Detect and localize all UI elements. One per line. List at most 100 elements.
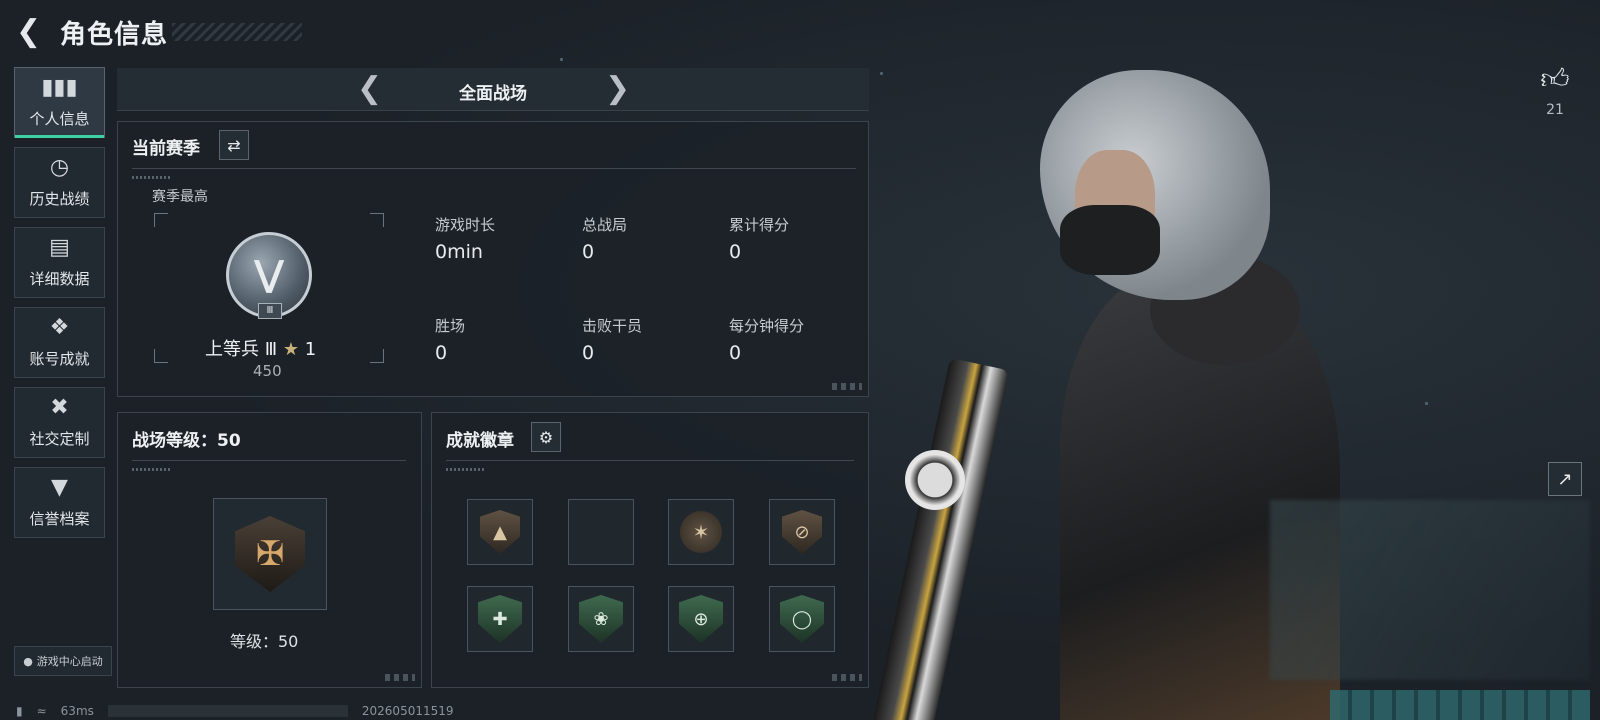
divider	[132, 460, 406, 461]
status-bar: ▮ ≈ 63ms 202605011519	[16, 704, 454, 718]
top-bar: ❮ 角色信息	[16, 14, 303, 50]
sidebar-item-credit[interactable]: ▼ 信誉档案	[14, 467, 105, 538]
stat-value: 0min	[435, 241, 483, 263]
wifi-icon: ≈	[36, 704, 47, 718]
level-label: 等级：50	[230, 632, 299, 651]
frame-corner	[370, 213, 384, 227]
floor-lights	[1330, 690, 1590, 720]
no-entry-badge-icon: ⊘	[782, 510, 822, 554]
switch-season-button[interactable]: ⇄	[219, 130, 249, 160]
folder-icon: ▤	[49, 235, 70, 260]
triangle-badge-icon: ▲	[480, 510, 520, 554]
page-title: 角色信息	[60, 19, 169, 50]
badge-slot[interactable]: ❀	[568, 586, 634, 652]
bg-dot	[560, 58, 563, 61]
bg-dot	[880, 72, 883, 75]
dots-decoration	[132, 176, 172, 179]
mode-title: 全面战场	[459, 84, 527, 104]
divider	[446, 460, 854, 461]
like-button[interactable]: 👍︎ 21	[1535, 62, 1575, 118]
stat-label: 胜场	[435, 317, 466, 335]
season-title: 当前赛季	[132, 139, 200, 159]
frame-corner	[370, 349, 384, 363]
stat-label: 总战局	[582, 216, 628, 234]
sidebar-item-history[interactable]: ◷ 历史战绩	[14, 147, 105, 218]
credit-icon: ▼	[51, 475, 68, 500]
sidebar-item-detailed-data[interactable]: ▤ 详细数据	[14, 227, 105, 298]
share-button[interactable]: ↗	[1548, 462, 1582, 496]
thumbs-up-icon: 👍︎	[1540, 62, 1570, 95]
tools-icon: ✖	[50, 395, 69, 420]
sidebar-item-label: 信誉档案	[29, 510, 90, 528]
back-button[interactable]: ❮	[16, 17, 42, 47]
rank-stars: 1	[304, 339, 317, 360]
bar-chart-icon: ▮▮▮	[41, 75, 78, 100]
badge-slot-empty[interactable]	[568, 499, 634, 565]
shield-badge-icon: ◯	[780, 595, 824, 643]
panel-decoration	[832, 383, 862, 390]
stat-label: 游戏时长	[435, 216, 496, 234]
wreath-badge-icon: ❀	[579, 595, 623, 643]
rifle-scope	[905, 450, 965, 510]
launch-label: 游戏中心启动	[36, 655, 103, 668]
frame-corner	[154, 349, 168, 363]
badge-slot[interactable]: ⊕	[668, 586, 734, 652]
gear-icon: ⚙	[538, 427, 554, 447]
rank-name: 上等兵 Ⅲ ★ 1	[205, 335, 316, 361]
stat-label: 击败干员	[582, 317, 643, 335]
rifle-badge-icon: ✚	[478, 595, 522, 643]
dots-decoration	[132, 468, 172, 471]
bell-icon: ●	[23, 654, 33, 668]
swap-icon: ⇄	[227, 135, 241, 155]
sidebar-item-label: 社交定制	[29, 430, 90, 448]
badge-slot[interactable]: ✚	[467, 586, 533, 652]
next-mode-button[interactable]: ❯	[605, 72, 630, 106]
title-decoration	[172, 23, 303, 41]
badge-settings-button[interactable]: ⚙	[531, 422, 561, 452]
chevron-icon: ⋁	[253, 254, 285, 295]
rifle-weapon	[871, 357, 1009, 720]
sidebar-item-social[interactable]: ✖ 社交定制	[14, 387, 105, 458]
stat-value: 0	[582, 241, 595, 263]
like-count: 21	[1546, 102, 1564, 118]
badge-slot[interactable]: ◯	[769, 586, 835, 652]
redacted-text	[107, 705, 348, 717]
stat-label: 每分钟得分	[729, 317, 805, 335]
share-icon: ↗	[1557, 468, 1573, 490]
bg-dot	[1425, 402, 1428, 405]
stat-value: 0	[435, 342, 448, 364]
game-center-launch-button[interactable]: ● 游戏中心启动	[14, 646, 112, 676]
sidebar-item-achievements[interactable]: ❖ 账号成就	[14, 307, 105, 378]
rank-score: 450	[253, 362, 282, 380]
sidebar-item-label: 历史战绩	[29, 190, 90, 208]
blurred-region	[1270, 500, 1590, 680]
badge-slot[interactable]: ✶	[668, 499, 734, 565]
stat-label: 累计得分	[729, 216, 790, 234]
ping-text: 63ms	[60, 704, 94, 718]
sidebar-item-label: 个人信息	[29, 110, 90, 128]
history-icon: ◷	[49, 155, 70, 180]
badge-slot[interactable]: ▲	[467, 499, 533, 565]
sidebar-item-label: 详细数据	[29, 270, 90, 288]
rank-name-text: 上等兵 Ⅲ	[205, 339, 278, 360]
stat-value: 0	[729, 342, 742, 364]
target-badge-icon: ⊕	[679, 595, 723, 643]
mode-selector: ❮ 全面战场 ❯	[117, 68, 869, 111]
star-badge-icon: ✶	[680, 511, 722, 553]
stat-value: 0	[582, 342, 595, 364]
panel-decoration	[832, 674, 862, 681]
dots-decoration	[446, 468, 486, 471]
divider	[132, 168, 856, 169]
build-text: 202605011519	[361, 704, 454, 718]
badge-slot[interactable]: ⊘	[769, 499, 835, 565]
badges-title: 成就徽章	[446, 431, 514, 451]
frame-corner	[154, 213, 168, 227]
panel-decoration	[385, 674, 415, 681]
star-icon: ★	[282, 339, 300, 360]
season-best-label: 赛季最高	[152, 189, 208, 205]
level-emblem-frame: ✠	[213, 498, 327, 610]
character-mask	[1060, 205, 1160, 275]
level-emblem-icon: ✠	[235, 516, 305, 592]
sidebar-item-personal-info[interactable]: ▮▮▮ 个人信息	[14, 67, 105, 138]
sidebar-item-label: 账号成就	[29, 350, 90, 368]
